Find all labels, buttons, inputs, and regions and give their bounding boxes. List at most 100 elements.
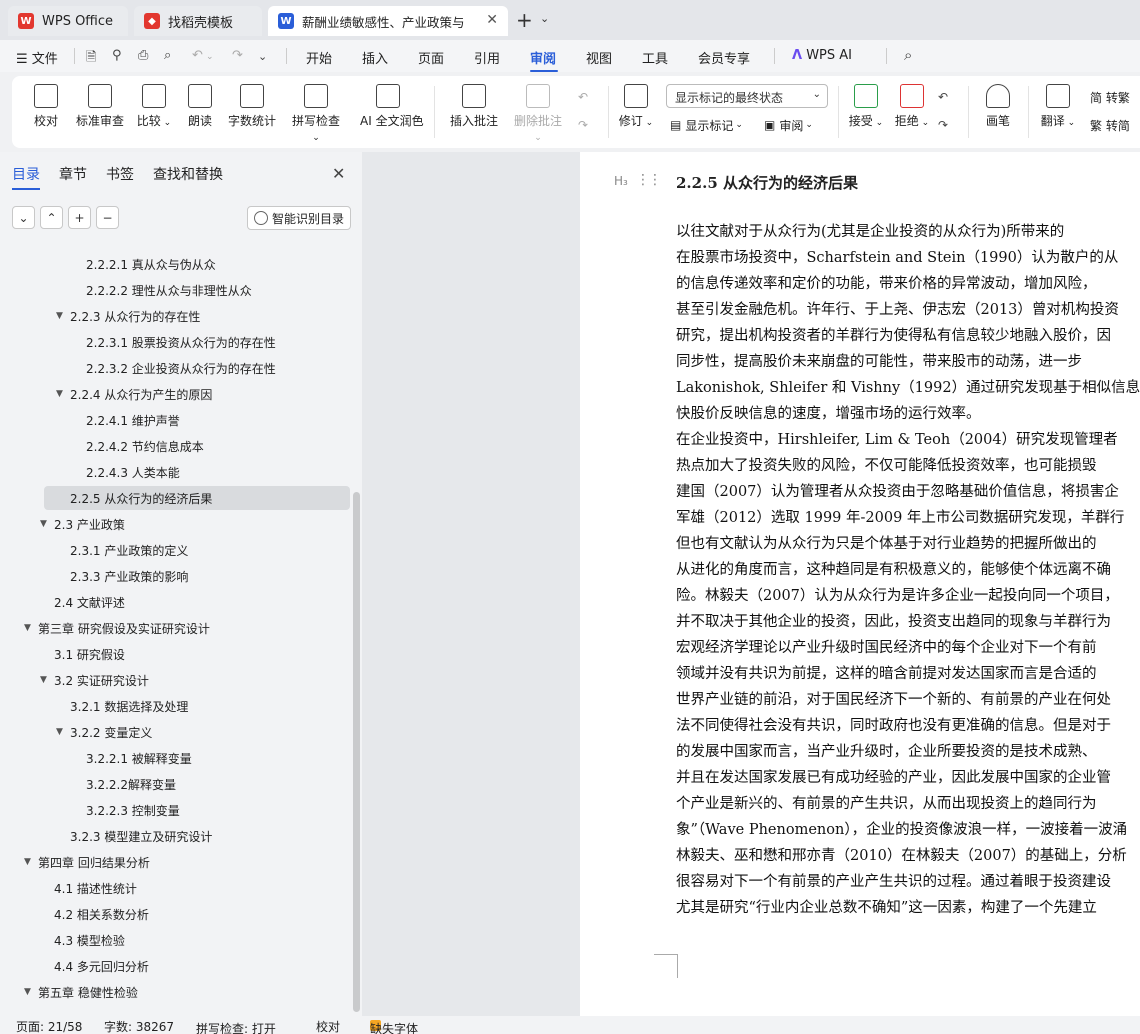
- translate-button[interactable]: 翻译 ⌄: [1030, 82, 1086, 142]
- menu-review[interactable]: 审阅: [530, 48, 556, 67]
- reject-button[interactable]: 拒绝 ⌄: [884, 82, 940, 142]
- collapse-toggle-icon[interactable]: ▼: [40, 675, 54, 685]
- toc-item[interactable]: ▼ 3.2.2 变量定义: [0, 720, 350, 744]
- toc-item[interactable]: ▼ 2.2.4 从众行为产生的原因: [0, 382, 350, 406]
- delete-comment-button[interactable]: 删除批注 ⌄: [510, 82, 566, 143]
- toc-scrollbar[interactable]: [353, 492, 360, 1012]
- toc-item[interactable]: 3.2.1 数据选择及处理: [0, 694, 350, 718]
- menu-wps-ai[interactable]: Λ WPS AI: [792, 48, 852, 63]
- toc-item[interactable]: 2.2.4.1 维护声誉: [0, 408, 350, 432]
- toc-item[interactable]: 2.2.4.2 节约信息成本: [0, 434, 350, 458]
- toc-item[interactable]: 2.2.2.1 真从众与伪从众: [0, 252, 350, 276]
- spell-check-button[interactable]: 拼写检查 ⌄: [288, 82, 344, 143]
- print-icon[interactable]: ⎙: [138, 48, 148, 63]
- remove-heading-button[interactable]: −: [96, 206, 119, 229]
- review-pane-button[interactable]: ▣ 审阅 ⌄: [764, 114, 813, 136]
- next-comment-icon[interactable]: ↷: [578, 114, 588, 136]
- markup-display-select[interactable]: 显示标记的最终状态 ⌄: [666, 84, 828, 108]
- share-icon[interactable]: ⚲: [112, 48, 122, 63]
- toc-item[interactable]: ▼ 第五章 稳健性检验: [0, 980, 350, 1004]
- undo-dropdown-icon[interactable]: ⌄: [206, 52, 214, 62]
- tab-docer-templates[interactable]: ◆ 找稻壳模板: [134, 6, 262, 36]
- toc-item[interactable]: 4.2 相关系数分析: [0, 902, 350, 926]
- chevron-down-icon[interactable]: ⌄: [540, 12, 549, 25]
- toc-item[interactable]: ▼ 2.3 产业政策: [0, 512, 350, 536]
- heading-style-icon[interactable]: H₃: [614, 174, 628, 188]
- show-markup-button[interactable]: ▤ 显示标记 ⌄: [670, 114, 743, 136]
- collapse-toggle-icon[interactable]: ▼: [24, 987, 38, 997]
- add-heading-button[interactable]: +: [68, 206, 91, 229]
- new-tab-icon[interactable]: +: [516, 8, 533, 32]
- word-count-button[interactable]: 字数统计: [224, 82, 280, 142]
- toc-item[interactable]: 2.2.3.1 股票投资从众行为的存在性: [0, 330, 350, 354]
- next-change-icon[interactable]: ↷: [938, 114, 948, 136]
- menu-page[interactable]: 页面: [418, 48, 444, 67]
- toc-item[interactable]: ▼ 2.2.3 从众行为的存在性: [0, 304, 350, 328]
- revise-button[interactable]: 修订 ⌄: [608, 82, 664, 142]
- toc-item[interactable]: ▼ 第四章 回归结果分析: [0, 850, 350, 874]
- chevron-down-icon[interactable]: ⌄: [258, 50, 267, 63]
- toc-item[interactable]: 4.4 多元回归分析: [0, 954, 350, 978]
- previous-change-icon[interactable]: ↶: [938, 86, 948, 108]
- tab-bookmarks[interactable]: 书签: [106, 164, 134, 184]
- document-page[interactable]: H₃ ⋮⋮ 2.2.5 从众行为的经济后果 以往文献对于从众行为(尤其是企业投资…: [580, 152, 1140, 1016]
- collapse-toggle-icon[interactable]: ▼: [56, 389, 70, 399]
- toc-item[interactable]: 2.2.2.2 理性从众与非理性从众: [0, 278, 350, 302]
- menu-insert[interactable]: 插入: [362, 48, 388, 67]
- menu-membership[interactable]: 会员专享: [698, 48, 750, 67]
- proofread-button[interactable]: 校对: [18, 82, 74, 142]
- section-heading[interactable]: 2.2.5 从众行为的经济后果: [676, 172, 858, 193]
- collapse-toggle-icon[interactable]: ▼: [24, 623, 38, 633]
- close-tab-icon[interactable]: ✕: [486, 12, 498, 28]
- expand-down-button[interactable]: ⌄: [12, 206, 35, 229]
- toc-item[interactable]: 2.4 文献评述: [0, 590, 350, 614]
- drag-handle-icon[interactable]: ⋮⋮: [636, 172, 662, 188]
- toc-item[interactable]: 2.2.4.3 人类本能: [0, 460, 350, 484]
- save-icon[interactable]: 🗎: [86, 48, 96, 70]
- toc-item[interactable]: 3.2.3 模型建立及研究设计: [0, 824, 350, 848]
- toc-item[interactable]: 3.1 研究假设: [0, 642, 350, 666]
- undo-icon[interactable]: ↶: [192, 48, 203, 63]
- toc-item[interactable]: 2.2.3.2 企业投资从众行为的存在性: [0, 356, 350, 380]
- toc-item[interactable]: 2.3.3 产业政策的影响: [0, 564, 350, 588]
- toc-item[interactable]: ▼ 第三章 研究假设及实证研究设计: [0, 616, 350, 640]
- toc-item[interactable]: 4.1 描述性统计: [0, 876, 350, 900]
- toc-item[interactable]: 2.2.5 从众行为的经济后果: [44, 486, 350, 510]
- collapse-toggle-icon[interactable]: ▼: [40, 519, 54, 529]
- print-preview-icon[interactable]: ⌕: [164, 48, 171, 63]
- pen-button[interactable]: 画笔: [970, 82, 1026, 142]
- tab-chapters[interactable]: 章节: [59, 164, 87, 184]
- smart-toc-button[interactable]: 智能识别目录: [247, 206, 351, 230]
- toc-item[interactable]: 3.2.2.3 控制变量: [0, 798, 350, 822]
- to-traditional-button[interactable]: 简 转繁: [1090, 86, 1130, 108]
- menu-home[interactable]: 开始: [306, 48, 332, 67]
- collapse-toggle-icon[interactable]: ▼: [56, 727, 70, 737]
- collapse-up-button[interactable]: ⌃: [40, 206, 63, 229]
- toc-item[interactable]: 4.3 模型检验: [0, 928, 350, 952]
- tab-wps-office[interactable]: W WPS Office: [8, 6, 128, 36]
- previous-comment-icon[interactable]: ↶: [578, 86, 588, 108]
- menu-references[interactable]: 引用: [474, 48, 500, 67]
- read-aloud-button[interactable]: 朗读: [172, 82, 228, 142]
- tab-toc[interactable]: 目录: [12, 164, 40, 184]
- tab-find-replace[interactable]: 查找和替换: [153, 164, 223, 184]
- ai-polish-button[interactable]: AI 全文润色: [360, 82, 424, 142]
- menu-view[interactable]: 视图: [586, 48, 612, 67]
- to-simplified-button[interactable]: 繁 转简: [1090, 114, 1130, 136]
- menu-tools[interactable]: 工具: [642, 48, 668, 67]
- collapse-toggle-icon[interactable]: ▼: [24, 857, 38, 867]
- menu-file[interactable]: ☰ 文件: [16, 48, 58, 67]
- search-icon[interactable]: ⌕: [904, 46, 912, 64]
- close-pane-icon[interactable]: ✕: [332, 164, 345, 183]
- page-indicator[interactable]: 页面: 21/58: [16, 1018, 82, 1034]
- toc-item[interactable]: 3.2.2.2解释变量: [0, 772, 350, 796]
- proof-indicator[interactable]: 校对: [316, 1018, 340, 1034]
- toc-item[interactable]: 2.3.1 产业政策的定义: [0, 538, 350, 562]
- standard-review-button[interactable]: 标准审查: [72, 82, 128, 142]
- redo-icon[interactable]: ↷: [232, 48, 243, 63]
- insert-comment-button[interactable]: 插入批注: [446, 82, 502, 142]
- collapse-toggle-icon[interactable]: ▼: [56, 311, 70, 321]
- tab-current-document[interactable]: W 薪酬业绩敏感性、产业政策与 ✕: [268, 6, 508, 36]
- toc-item[interactable]: 3.2.2.1 被解释变量: [0, 746, 350, 770]
- toc-item[interactable]: ▼ 3.2 实证研究设计: [0, 668, 350, 692]
